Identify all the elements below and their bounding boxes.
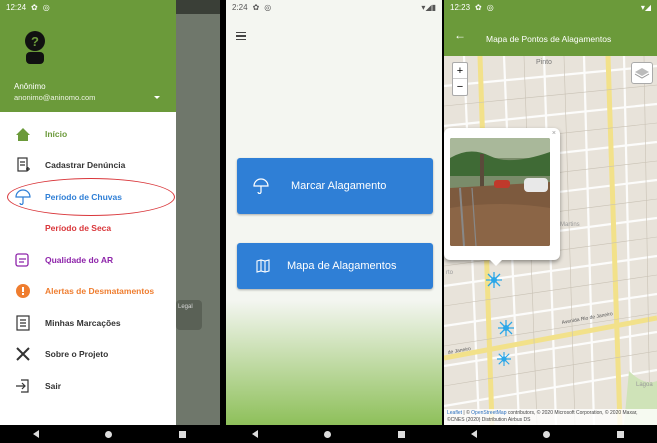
tools-icon bbox=[15, 346, 31, 362]
marcar-alagamento-label: Marcar Alagamento bbox=[291, 180, 387, 192]
mapa-alagamentos-button[interactable]: Mapa de Alagamentos bbox=[237, 243, 433, 289]
recent-apps-icon[interactable] bbox=[178, 430, 186, 438]
drawer-item-sair[interactable]: Sair bbox=[0, 370, 176, 402]
home-button-icon[interactable] bbox=[105, 430, 113, 438]
home-button-icon[interactable] bbox=[543, 430, 551, 438]
street-label: Martins bbox=[560, 222, 580, 228]
highlight-oval bbox=[7, 178, 175, 216]
back-icon[interactable] bbox=[33, 430, 40, 438]
drawer-item-inicio[interactable]: Início bbox=[0, 118, 176, 150]
drawer-item-qualidade-do-ar[interactable]: Qualidade do AR bbox=[0, 244, 176, 276]
status-time: 2:24 bbox=[232, 2, 248, 12]
layers-icon bbox=[634, 68, 650, 79]
legal-tab[interactable]: Legal bbox=[176, 300, 202, 330]
user-name: Anônimo bbox=[14, 82, 46, 91]
flood-photo bbox=[450, 138, 550, 246]
signal-icon: ▾◢ bbox=[640, 2, 651, 12]
drawer-header: 12:24 ✿ ◎ ? Anônimo anonimo@aninomo.com bbox=[0, 0, 176, 112]
osm-link[interactable]: OpenStreetMap bbox=[471, 410, 506, 416]
home-button-icon[interactable] bbox=[324, 430, 332, 438]
drawer-scrim[interactable] bbox=[176, 0, 220, 425]
screen-drawer: 12:24 ✿ ◎ ? Anônimo anonimo@aninomo.com In… bbox=[0, 0, 220, 425]
menu-icon[interactable] bbox=[236, 32, 246, 40]
mapa-alagamentos-label: Mapa de Alagamentos bbox=[287, 260, 397, 272]
user-email: anonimo@aninomo.com bbox=[14, 93, 96, 102]
flood-marker-icon[interactable] bbox=[497, 352, 511, 366]
drawer-item-sobre-o-projeto[interactable]: Sobre o Projeto bbox=[0, 339, 176, 371]
air-quality-icon bbox=[15, 252, 31, 268]
marcar-alagamento-button[interactable]: Marcar Alagamento bbox=[237, 158, 433, 214]
status-time: 12:24 bbox=[6, 2, 27, 12]
zoom-in-button[interactable]: + bbox=[453, 63, 467, 79]
drawer-item-label: Minhas Marcações bbox=[45, 317, 121, 328]
drawer-item-label: Qualidade do AR bbox=[45, 254, 114, 265]
status-bar: 12:23 ✿ ◎ ▾◢ bbox=[444, 0, 657, 14]
back-icon[interactable] bbox=[252, 430, 259, 438]
close-icon[interactable]: × bbox=[552, 130, 556, 137]
back-icon[interactable] bbox=[471, 430, 478, 438]
navigation-drawer: 12:24 ✿ ◎ ? Anônimo anonimo@aninomo.com In… bbox=[0, 0, 176, 425]
notification-icon: ◎ bbox=[486, 2, 494, 12]
fire-icon bbox=[15, 220, 31, 236]
account-dropdown-icon[interactable] bbox=[154, 96, 160, 99]
back-arrow-icon[interactable]: ← bbox=[454, 28, 466, 42]
flood-marker-icon[interactable] bbox=[498, 320, 514, 336]
status-time: 12:23 bbox=[450, 2, 471, 12]
notification-icon: ◎ bbox=[42, 2, 50, 12]
status-bar: 12:24 ✿ ◎ bbox=[0, 0, 176, 14]
zoom-out-button[interactable]: − bbox=[453, 79, 467, 95]
settings-icon: ✿ bbox=[252, 2, 260, 12]
umbrella-icon bbox=[253, 178, 269, 194]
drawer-item-label: Início bbox=[45, 128, 68, 139]
recent-apps-icon[interactable] bbox=[397, 430, 405, 438]
signal-icon: ▾◢▮ bbox=[421, 2, 436, 12]
map-view[interactable]: Pinto Avenida Rio de Janeiro de Janeiro … bbox=[444, 56, 657, 425]
drawer-item-minhas-marcacoes[interactable]: Minhas Marcações bbox=[0, 307, 176, 339]
screen-mapa: 12:23 ✿ ◎ ▾◢ ← Mapa de Pontos de Alagament… bbox=[444, 0, 657, 425]
map-icon bbox=[256, 259, 270, 273]
drawer-item-label: Cadastrar Denúncia bbox=[45, 160, 126, 171]
settings-icon: ✿ bbox=[31, 2, 38, 12]
list-icon bbox=[15, 315, 31, 331]
drawer-item-label: Sobre o Projeto bbox=[45, 349, 109, 360]
drawer-item-label: Sair bbox=[45, 380, 62, 391]
app-bar: ← Mapa de Pontos de Alagamentos bbox=[444, 14, 657, 56]
drawer-menu: Início Cadastrar Denúncia Período de Chuva… bbox=[0, 118, 176, 402]
svg-text:?: ? bbox=[31, 34, 39, 49]
flood-marker-icon[interactable] bbox=[486, 272, 502, 288]
notification-icon: ◎ bbox=[264, 2, 272, 12]
drawer-item-label: Período de Seca bbox=[45, 223, 112, 234]
street-label: rto bbox=[446, 270, 454, 276]
page-title: Mapa de Pontos de Alagamentos bbox=[486, 34, 612, 44]
drawer-item-label: Alertas de Desmatamentos bbox=[45, 286, 155, 297]
recent-apps-icon[interactable] bbox=[616, 430, 624, 438]
status-bar: 2:24 ✿ ◎ ▾◢▮ bbox=[226, 0, 442, 14]
drawer-item-alertas-de-desmatamentos[interactable]: Alertas de Desmatamentos bbox=[0, 276, 176, 308]
drawer-item-periodo-de-seca[interactable]: Período de Seca bbox=[0, 213, 176, 245]
street-label: Lagoa bbox=[636, 382, 653, 388]
settings-icon: ✿ bbox=[475, 2, 482, 12]
system-nav-bar bbox=[0, 425, 657, 443]
drawer-item-cadastrar-denuncia[interactable]: Cadastrar Denúncia bbox=[0, 150, 176, 182]
screen-chuvas: 2:24 ✿ ◎ ▾◢▮ Marcar Alagamento Mapa de Ala… bbox=[226, 0, 442, 425]
layers-button[interactable] bbox=[631, 62, 653, 84]
exit-icon bbox=[15, 378, 31, 394]
map-attribution: Leaflet | © OpenStreetMap contributors, … bbox=[444, 409, 657, 425]
leaflet-link[interactable]: Leaflet bbox=[447, 410, 462, 416]
avatar-icon: ? bbox=[25, 31, 45, 64]
marker-popup: × bbox=[444, 128, 560, 266]
home-icon bbox=[15, 126, 31, 142]
alert-icon bbox=[15, 283, 31, 299]
street-label: Pinto bbox=[536, 59, 552, 66]
zoom-control: + − bbox=[452, 62, 468, 96]
document-add-icon bbox=[15, 157, 31, 173]
